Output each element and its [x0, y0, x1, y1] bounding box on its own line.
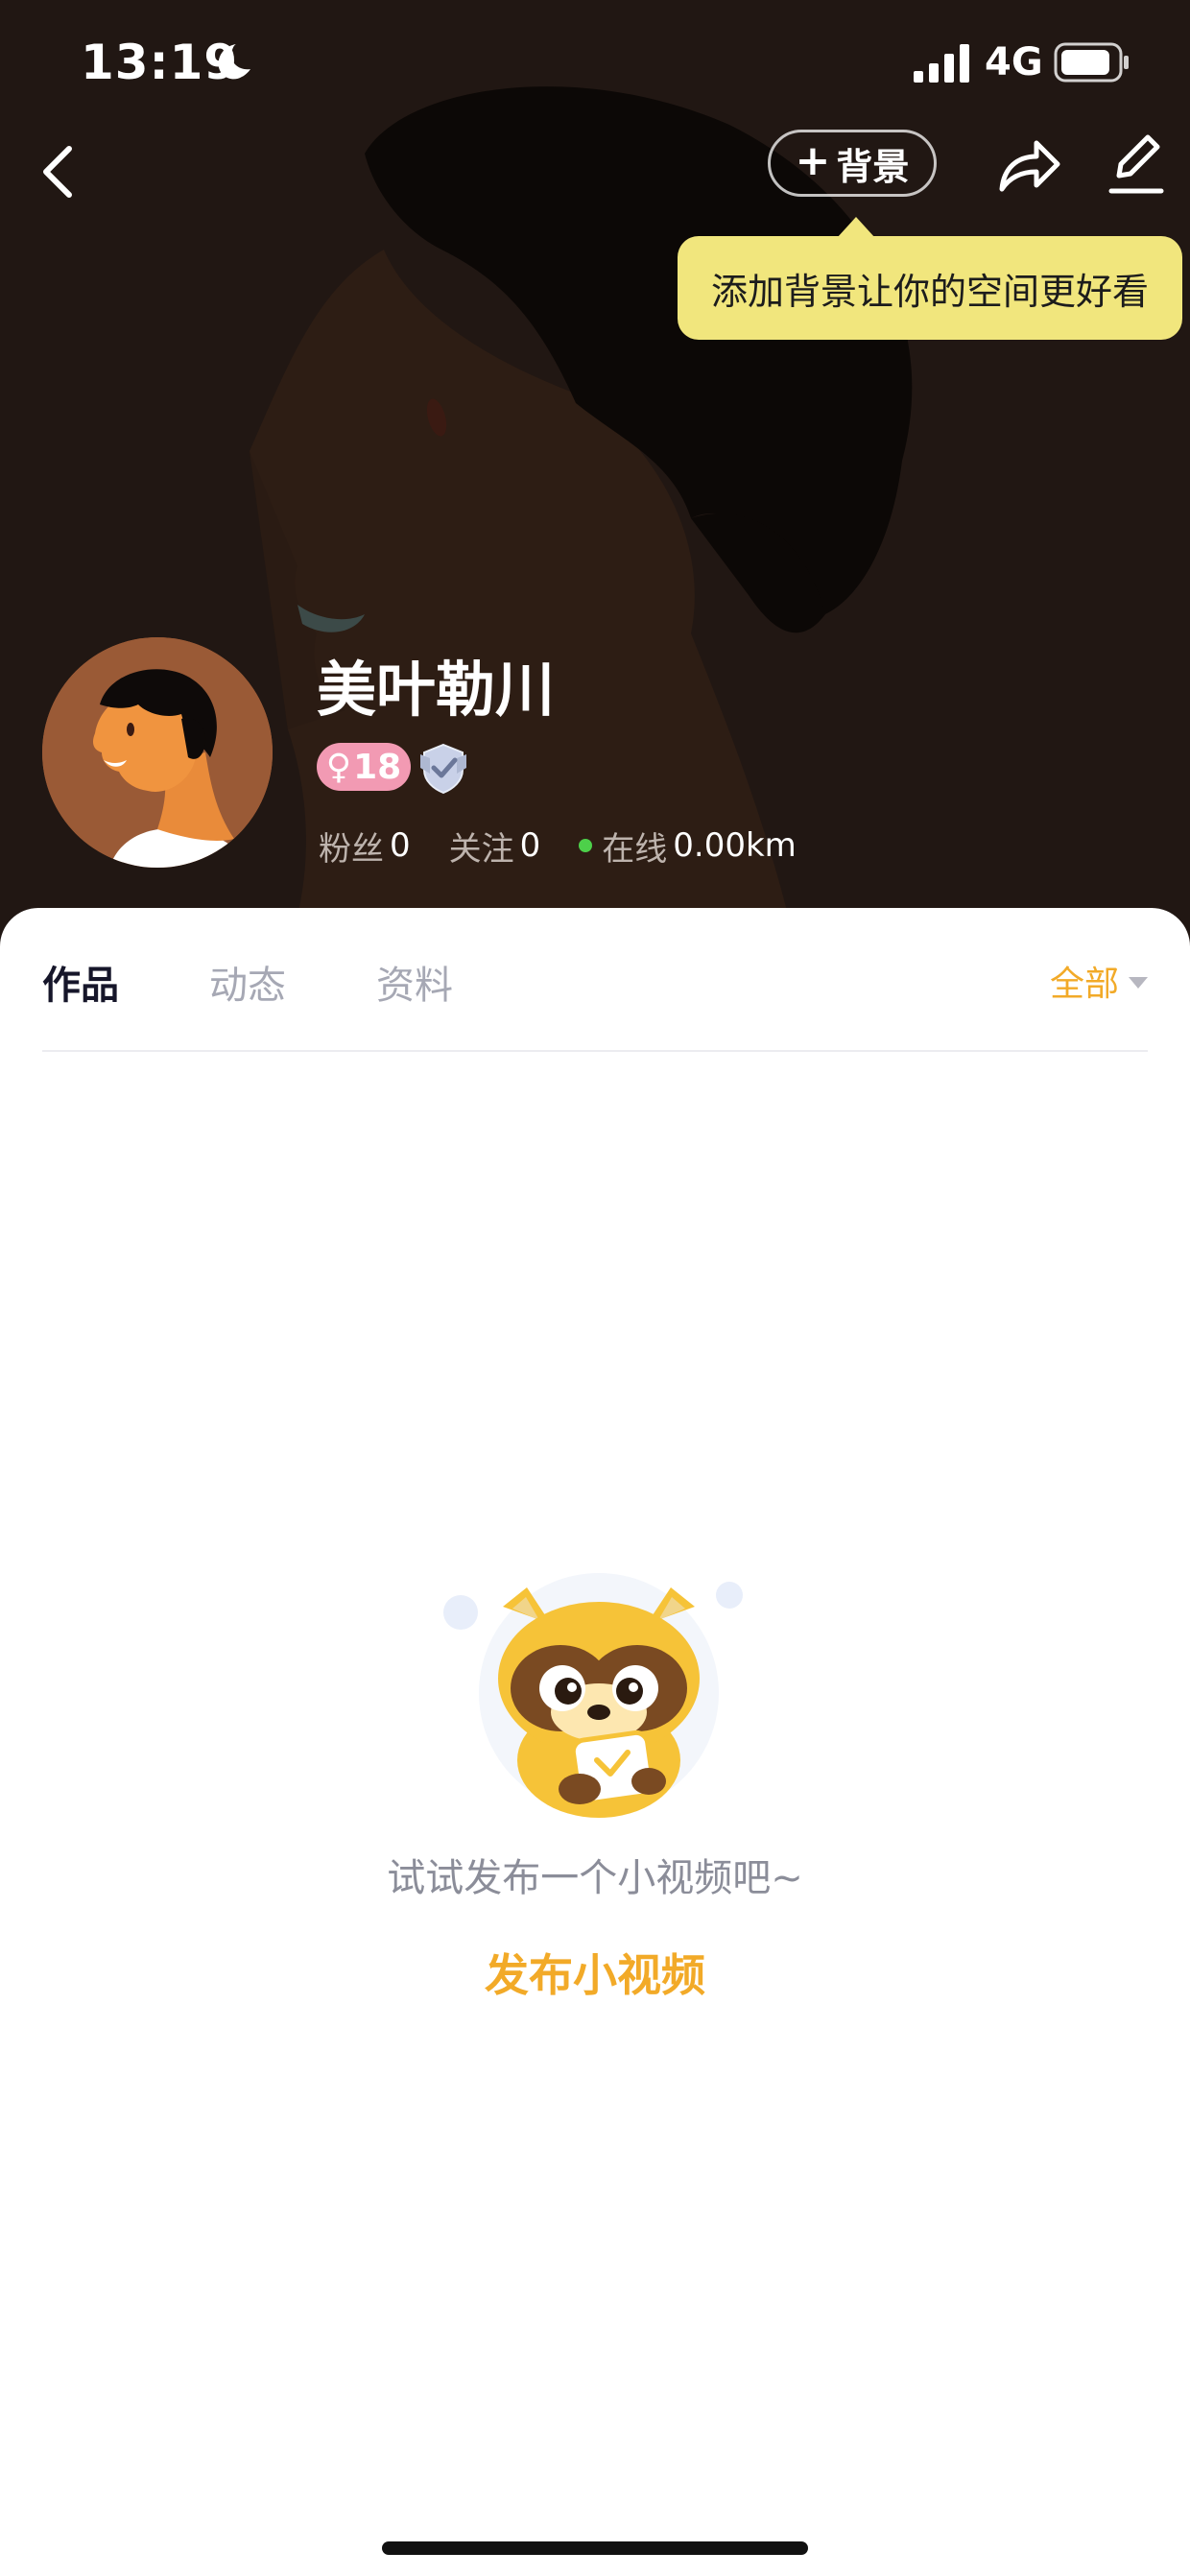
- gender-age-badge: ♀ 18: [317, 743, 411, 791]
- add-background-label: 背景: [836, 145, 910, 188]
- avatar[interactable]: [42, 637, 273, 868]
- empty-state-message: 试试发布一个小视频吧~: [387, 1856, 803, 1900]
- tab-profile-info[interactable]: 资料: [376, 954, 453, 1010]
- fans-label: 粉丝: [319, 829, 384, 869]
- back-icon[interactable]: [35, 137, 81, 206]
- username: 美叶勒川: [317, 655, 556, 725]
- network-type: 4G: [985, 40, 1043, 84]
- follow-count[interactable]: 0: [520, 826, 541, 865]
- online-label: 在线: [602, 829, 668, 869]
- moon-icon: [218, 44, 250, 80]
- edit-icon[interactable]: [1106, 128, 1167, 199]
- female-icon: ♀: [325, 747, 352, 787]
- raccoon-mascot-illustration: [443, 1573, 743, 1818]
- filter-label: 全部: [1049, 965, 1119, 1004]
- status-bar: 13:19 4G: [0, 0, 1190, 130]
- age-value: 18: [353, 747, 402, 787]
- plus-icon: +: [795, 136, 831, 185]
- tab-works[interactable]: 作品: [42, 954, 119, 1010]
- caret-down-icon: [1129, 977, 1148, 989]
- signal-icon: [914, 44, 969, 83]
- background-tip-tooltip[interactable]: 添加背景让你的空间更好看: [678, 236, 1182, 340]
- follow-label: 关注: [448, 829, 514, 869]
- profile-tabs: 作品 动态 资料 全部: [0, 908, 1190, 1052]
- profile-stats: 粉丝 0 关注 0 在线 0.00km: [319, 822, 797, 870]
- filter-dropdown[interactable]: 全部: [1050, 956, 1148, 1006]
- online-status-dot: [579, 839, 593, 852]
- battery-icon: [1054, 42, 1129, 83]
- verified-badge-icon[interactable]: [416, 741, 470, 795]
- tooltip-arrow: [837, 217, 875, 238]
- share-icon[interactable]: [994, 130, 1063, 199]
- publish-video-button[interactable]: 发布小视频: [0, 1941, 1190, 2004]
- add-background-button[interactable]: + 背景: [768, 130, 937, 197]
- distance-value: 0.00km: [673, 826, 797, 865]
- nav-bar: + 背景: [0, 130, 1190, 235]
- avatar-image: [42, 637, 273, 868]
- home-indicator: [382, 2541, 808, 2555]
- fans-count[interactable]: 0: [390, 826, 411, 865]
- profile-header: 13:19 4G + 背景 添加背景让你的空间更好看 美叶勒川 ♀ 18 粉丝 …: [0, 0, 1190, 950]
- tabs-divider: [42, 1050, 1148, 1052]
- tab-moments[interactable]: 动态: [209, 954, 286, 1010]
- content-card: 作品 动态 资料 全部 试试发布一个小视频吧~ 发布小视频: [0, 908, 1190, 2576]
